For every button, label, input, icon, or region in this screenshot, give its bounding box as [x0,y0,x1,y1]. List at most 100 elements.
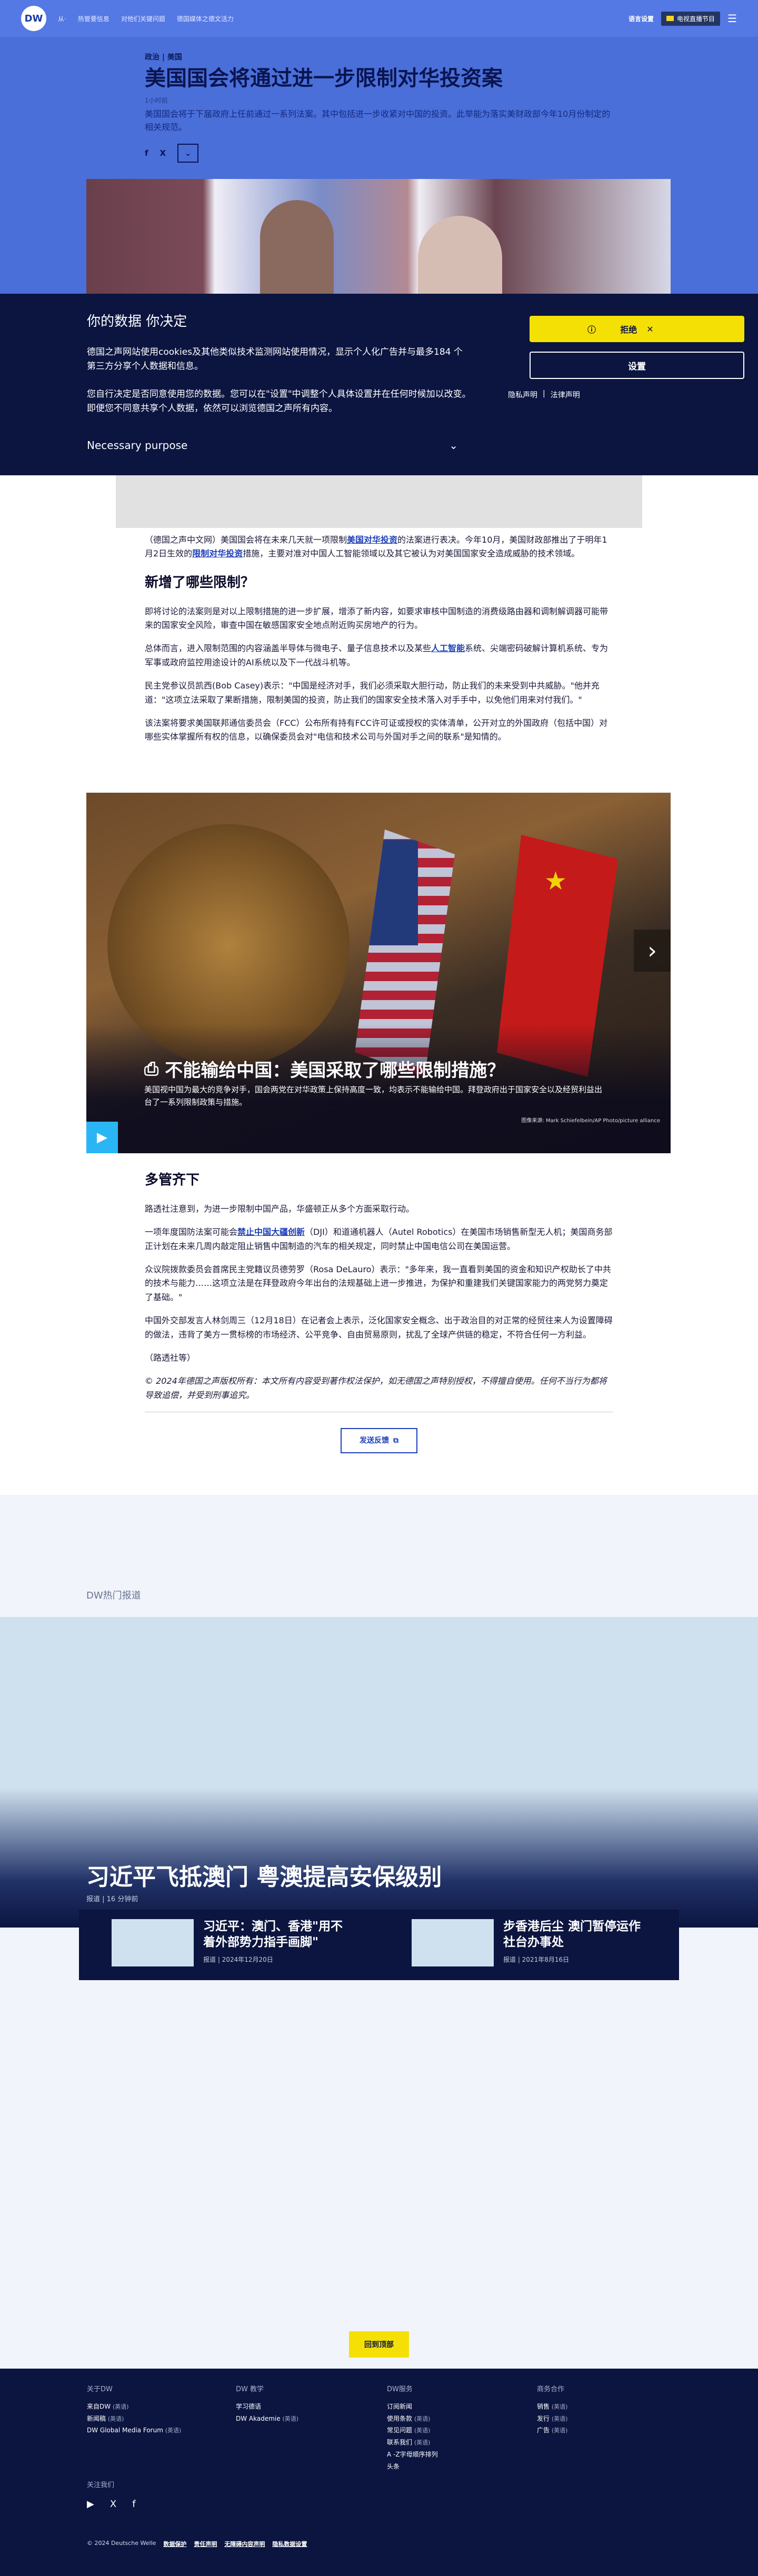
legal-link[interactable]: 法律声明 [551,390,580,400]
chevron-down-icon[interactable]: ⌄ [177,143,199,163]
article-headline: 美国国会将通过进一步限制对华投资案 [145,66,503,91]
card-title: 习近平：澳门、香港"用不着外部势力指手画脚" [203,1920,343,1949]
hot-feature-meta: 报道 | 16 分钟前 [86,1895,138,1903]
footer-bottom-link[interactable]: 数据保护 [163,2540,186,2548]
reject-label: 拒绝 [620,325,637,335]
youtube-icon[interactable]: ▶ [87,2499,94,2510]
live-tv-label: 电视直播节目 [677,15,715,23]
video-title[interactable]: ⎙ 不能输给中国：美国采取了哪些限制措施？ [144,1056,505,1082]
social-links: ▶ X f [87,2499,136,2510]
hot-card[interactable]: 步香港后尘 澳门暂停运作社台办事处 报道 | 2021年8月16日 [379,1910,679,1980]
hero-person-right [418,216,502,294]
x-icon[interactable]: X [160,148,166,158]
footer-link[interactable]: A -Z字母顺序排列 [387,2449,438,2461]
inline-link[interactable]: 限制对华投资 [192,548,243,558]
language-button[interactable]: 语言设置 [629,14,654,23]
footer-link[interactable]: 来自DW (英语) [87,2401,181,2413]
cookie-links: 隐私声明 | 法律声明 [508,390,580,400]
nav-link-4[interactable]: 德国媒体之德文活力 [177,14,234,23]
card-title: 步香港后尘 澳门暂停运作社台办事处 [503,1920,641,1949]
article-teaser: 美国国会将于下届政府上任前通过一系列法案。其中包括进一步收紧对中国的投资。此举能… [145,109,611,132]
paragraph: （路透社等） [145,1353,196,1363]
footer-link[interactable]: 订阅新闻 [387,2401,438,2413]
dw-logo[interactable]: DW [21,6,46,31]
cookie-banner: 你的数据 你决定 德国之声网站使用cookies及其他类似技术监测网站使用情况，… [0,294,758,475]
video-player[interactable]: › ⎙ 不能输给中国：美国采取了哪些限制措施？ 美国视中国为最大的竞争对手，国会… [86,793,671,1153]
article-header: 政治 | 美国 美国国会将通过进一步限制对华投资案 1小时前 美国国会将于下届政… [145,52,613,163]
footer-col-heading: 关于DW [87,2385,113,2393]
article-kicker[interactable]: 政治 | 美国 [145,52,613,62]
inline-link[interactable]: 人工智能 [431,643,465,653]
section-heading: 多管齐下 [145,1172,200,1188]
facebook-icon[interactable]: f [145,148,148,158]
article-body: （德国之声中文网）美国国会将在未来几天就一项限制美国对华投资的法案进行表决。今年… [145,533,613,754]
nav-link-1[interactable]: 从· [58,14,66,23]
footer-bottom-link[interactable]: 无障碍内容声明 [224,2540,265,2548]
hot-cards: 习近平：澳门、香港"用不着外部势力指手画脚" 报道 | 2024年12月20日 … [79,1910,679,1980]
inline-link[interactable]: 禁止中国大疆创新 [237,1227,305,1237]
hot-feature-title[interactable]: 习近平飞抵澳门 粤澳提高安保级别 [86,1858,442,1892]
paragraph: 路透社注意到，为进一步限制中国产品，华盛顿正从多个方面采取行动。 [145,1203,415,1214]
footer-col-heading: DW 教学 [236,2385,264,2393]
paragraph: （德国之声中文网）美国国会将在未来几天就一项限制美国对华投资的法案进行表决。今年… [145,533,613,561]
copyright-note: © 2024年德国之声版权所有：本文所有内容受到著作权法保护，如无德国之声特别授… [145,1376,607,1400]
back-to-top-button[interactable]: 回到顶部 [349,2331,409,2358]
link-divider: | [543,390,545,398]
footer-link[interactable]: 头条 [387,2461,438,2473]
footer-link[interactable]: 发行 (英语) [537,2413,567,2425]
nav-link-3[interactable]: 对他们关键问题 [121,14,165,23]
footer-link[interactable]: 广告 (英语) [537,2424,567,2437]
live-tv-button[interactable]: 电视直播节目 [661,11,721,26]
footer-link[interactable]: DW Akademie (英语) [236,2413,298,2425]
x-icon[interactable]: X [110,2499,116,2510]
footer-col-services: DW服务 订阅新闻 使用条款 (英语) 常见问题 (英语) 联系我们 (英语) … [387,2383,438,2473]
footer-link[interactable]: 销售 (英语) [537,2401,567,2413]
card-meta: 报道 | 2024年12月20日 [203,1955,273,1963]
footer: 关于DW 来自DW (英语) 新闻稿 (英语) DW Global Media … [0,2369,758,2576]
footer-link[interactable]: 联系我们 (英语) [387,2437,438,2449]
paragraph: 一项年度国防法案可能会禁止中国大疆创新（DJI）和道通机器人（Autel Rob… [145,1225,613,1253]
footer-link[interactable]: 常见问题 (英语) [387,2424,438,2437]
share-bar: f X ⌄ [145,143,613,163]
camera-icon: ⎙ [144,1058,159,1080]
footer-link[interactable]: DW Global Media Forum (英语) [87,2424,181,2437]
card-thumbnail [112,1919,194,1966]
play-icon[interactable]: ▶ [86,1122,118,1153]
reject-button[interactable]: ⓘ 拒绝 ✕ [530,316,744,342]
article-body-continued: 多管齐下 路透社注意到，为进一步限制中国产品，华盛顿正从多个方面采取行动。 一项… [145,1164,613,1454]
cookie-text-1: 德国之声网站使用cookies及其他类似技术监测网站使用情况，显示个人化广告并与… [87,347,463,372]
chevron-down-icon: ⌄ [449,439,458,452]
footer-bottom-link[interactable]: 责任声明 [194,2540,217,2548]
facebook-icon[interactable]: f [132,2499,135,2510]
nav-link-2[interactable]: 热管要信息 [78,14,109,23]
tv-icon [666,16,674,21]
privacy-link[interactable]: 隐私声明 [508,390,537,400]
hot-card[interactable]: 习近平：澳门、香港"用不着外部势力指手画脚" 报道 | 2024年12月20日 [79,1910,379,1980]
necessary-purpose-toggle[interactable]: Necessary purpose ⌄ [87,439,458,452]
copy-icon: ⧉ [393,1436,398,1445]
footer-col-about: 关于DW 来自DW (英语) 新闻稿 (英语) DW Global Media … [87,2383,181,2437]
image-credit: 图像来源: Mark Schiefelbein/AP Photo/picture… [521,1118,660,1124]
top-nav: DW 从· 热管要信息 对他们关键问题 德国媒体之德文活力 语言设置 电视直播节… [0,0,758,37]
info-icon: ⓘ [587,325,596,335]
close-icon: ✕ [646,324,654,334]
feedback-button[interactable]: 发送反馈 ⧉ [341,1428,417,1454]
nav-links: 从· 热管要信息 对他们关键问题 德国媒体之德文活力 [58,14,234,23]
paragraph: 总体而言，进入限制范围的内容涵盖半导体与微电子、量子信息技术以及某些人工智能系统… [145,642,613,670]
footer-link[interactable]: 学习德语 [236,2401,298,2413]
footer-link[interactable]: 使用条款 (英语) [387,2413,438,2425]
footer-bottom-link[interactable]: 隐私数据设置 [272,2540,307,2548]
footer-link[interactable]: 新闻稿 (英语) [87,2413,181,2425]
footer-col-learn: DW 教学 学习德语 DW Akademie (英语) [236,2383,298,2424]
menu-icon[interactable]: ☰ [727,12,737,25]
settings-button[interactable]: 设置 [530,352,744,379]
text: 一项年度国防法案可能会 [145,1227,238,1237]
text: 措施，主要对准对中国人工智能领域以及其它被认为对美国国家安全造成威胁的技术领域。 [243,548,580,559]
cookie-title: 你的数据 你决定 [87,314,187,330]
inline-link[interactable]: 美国对华投资 [347,535,397,545]
paragraph: 民主党参议员凯西(Bob Casey)表示："中国是经济对手，我们必须采取大胆行… [145,681,600,705]
chevron-right-icon[interactable]: › [634,930,671,972]
footer-col-business: 商务合作 销售 (英语) 发行 (英语) 广告 (英语) [537,2383,567,2437]
footer-copyright: © 2024 Deutsche Welle [87,2540,156,2547]
card-thumbnail [412,1919,494,1966]
